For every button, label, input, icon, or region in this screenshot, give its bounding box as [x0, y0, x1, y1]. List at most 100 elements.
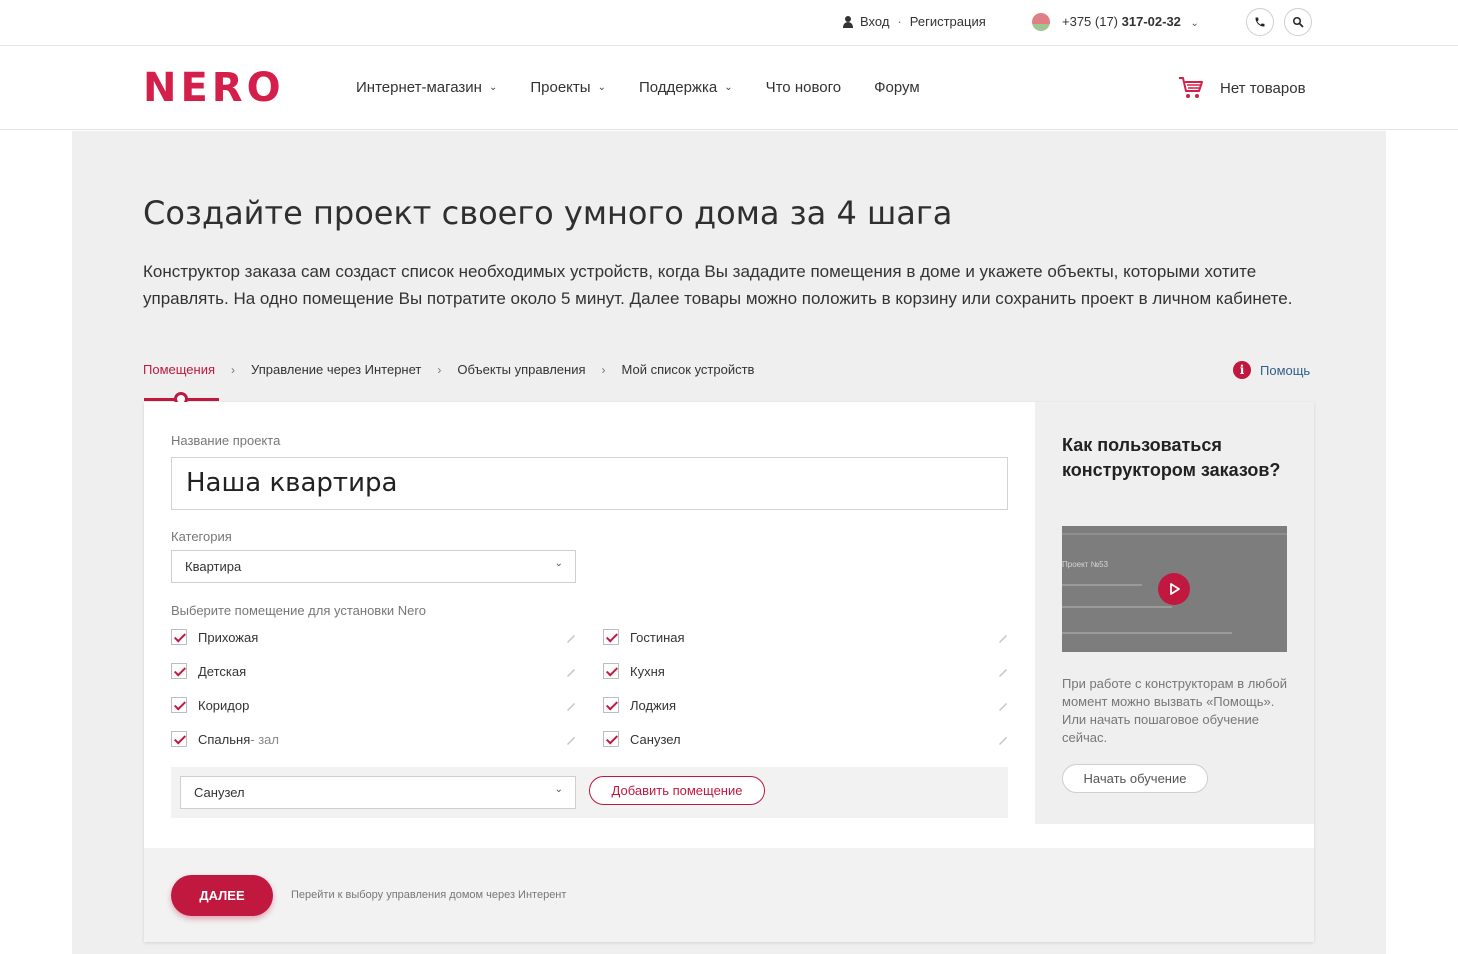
room-checkbox[interactable] — [603, 731, 619, 747]
add-room-button[interactable]: Добавить помещение — [589, 776, 765, 805]
room-name: Лоджия — [630, 697, 677, 713]
step-control-objects[interactable]: Объекты управления — [457, 362, 585, 377]
page-description: Конструктор заказа сам создаст список не… — [143, 262, 1293, 308]
pencil-icon[interactable] — [565, 666, 577, 678]
nav-item-label: Что нового — [765, 79, 842, 96]
room-checkbox[interactable] — [603, 629, 619, 645]
room-name: Санузел — [630, 731, 681, 747]
chevron-right-icon: › — [437, 362, 442, 377]
next-hint: Перейти к выбору управления домом через … — [291, 889, 567, 901]
room-checkbox[interactable] — [171, 629, 187, 645]
nav-item-shop[interactable]: Интернет-магазин ⌄ — [356, 79, 497, 96]
call-button[interactable] — [1246, 8, 1274, 36]
nav-item-label: Поддержка — [638, 79, 718, 96]
room-checkbox[interactable] — [171, 663, 187, 679]
user-icon — [842, 15, 854, 28]
chevron-right-icon: › — [231, 362, 236, 377]
rooms-label: Выберите помещение для установки Nero — [171, 603, 426, 618]
room-item[interactable]: Спальня - зал — [171, 731, 279, 747]
sidebar-title: Как пользоваться конструктором заказов? — [1062, 435, 1281, 480]
pencil-icon[interactable] — [997, 700, 1009, 712]
phone-selector[interactable]: +375 (17) 317-02-32 ⌄ — [1062, 14, 1199, 29]
room-subname: - зал — [250, 731, 279, 747]
room-item[interactable]: Гостиная — [603, 629, 685, 645]
chevron-down-icon: ⌄ — [554, 558, 563, 569]
chevron-down-icon: ⌄ — [597, 82, 606, 93]
cart-label: Нет товаров — [1220, 79, 1306, 97]
room-item[interactable]: Лоджия — [603, 697, 676, 713]
room-name: Детская — [198, 663, 247, 679]
cart-icon — [1179, 77, 1203, 98]
pencil-icon[interactable] — [565, 700, 577, 712]
pencil-icon[interactable] — [565, 734, 577, 746]
nero-logo[interactable]: NERO — [143, 65, 285, 111]
phone-icon — [1255, 17, 1265, 27]
room-item[interactable]: Детская — [171, 663, 246, 679]
belarus-flag-icon[interactable] — [1032, 13, 1050, 31]
nav-item-label: Интернет-магазин — [356, 79, 482, 96]
chevron-down-icon: ⌄ — [724, 82, 733, 93]
step-rooms[interactable]: Помещения — [143, 362, 215, 377]
room-name: Кухня — [630, 663, 665, 679]
phone-prefix: +375 (17) — [1062, 14, 1119, 29]
chevron-right-icon: › — [601, 362, 606, 377]
category-label: Категория — [171, 529, 232, 544]
nav-item-forum[interactable]: Форум — [874, 79, 920, 96]
room-checkbox[interactable] — [603, 663, 619, 679]
video-preview-text: Проект №53 — [1062, 560, 1109, 569]
nav-item-projects[interactable]: Проекты ⌄ — [530, 79, 606, 96]
room-checkbox[interactable] — [171, 697, 187, 713]
nav-item-label: Проекты — [530, 79, 591, 96]
room-item[interactable]: Санузел — [603, 731, 681, 747]
start-tutorial-button[interactable]: Начать обучение — [1062, 764, 1208, 793]
add-room-select[interactable]: Санузел ⌄ — [180, 776, 576, 809]
pencil-icon[interactable] — [997, 666, 1009, 678]
step-internet-control[interactable]: Управление через Интернет — [251, 362, 421, 377]
search-icon — [1293, 17, 1304, 28]
info-icon: i — [1233, 361, 1251, 379]
wizard-steps: Помещения › Управление через Интернет › … — [143, 362, 754, 377]
pencil-icon[interactable] — [997, 734, 1009, 746]
tutorial-video[interactable]: Проект №53 — [1062, 526, 1287, 652]
chevron-down-icon: ⌄ — [488, 82, 498, 93]
auth-links: Вход · Регистрация — [842, 14, 986, 29]
chevron-down-icon: ⌄ — [554, 784, 563, 795]
project-name-label: Название проекта — [171, 433, 281, 448]
room-name: Гостиная — [630, 629, 685, 645]
project-name-input[interactable]: Наша квартира — [171, 457, 1008, 510]
chevron-down-icon: ⌄ — [1190, 18, 1199, 29]
login-link[interactable]: Вход — [860, 14, 889, 29]
add-room-select-value: Санузел — [194, 785, 245, 800]
room-name: Спальня — [198, 731, 251, 747]
phone-number: 317-02-32 — [1121, 14, 1181, 29]
room-checkbox[interactable] — [603, 697, 619, 713]
room-item[interactable]: Прихожая — [171, 629, 258, 645]
nav-item-support[interactable]: Поддержка ⌄ — [639, 79, 733, 96]
pencil-icon[interactable] — [997, 632, 1009, 644]
step-device-list[interactable]: Мой список устройств — [622, 362, 755, 377]
sidebar-text: При работе с конструкторам в любой момен… — [1062, 676, 1288, 745]
help-link[interactable]: i Помощь — [1233, 361, 1310, 379]
play-button[interactable] — [1158, 573, 1190, 605]
top-bar: Вход · Регистрация +375 (17) 317-02-32 ⌄ — [0, 0, 1458, 46]
nav-item-label: Форум — [874, 79, 920, 96]
search-button[interactable] — [1284, 8, 1312, 36]
help-label: Помощь — [1260, 362, 1311, 378]
room-checkbox[interactable] — [171, 731, 187, 747]
next-button[interactable]: ДАЛЕЕ — [171, 875, 273, 916]
register-link[interactable]: Регистрация — [910, 14, 986, 29]
nav-item-whats-new[interactable]: Что нового — [766, 79, 841, 96]
page-title: Создайте проект своего умного дома за 4 … — [143, 194, 953, 232]
cart-link[interactable]: Нет товаров — [1178, 76, 1306, 100]
pencil-icon[interactable] — [565, 632, 577, 644]
room-name: Прихожая — [198, 629, 259, 645]
play-icon — [1170, 583, 1180, 595]
category-select[interactable]: Квартира ⌄ — [171, 550, 576, 583]
wizard-card: Название проекта Наша квартира Категория… — [144, 402, 1314, 942]
category-value: Квартира — [185, 559, 242, 574]
main-header: NERO Интернет-магазин ⌄ Проекты ⌄ Поддержк… — [0, 47, 1458, 130]
room-name: Коридор — [198, 697, 250, 713]
room-item[interactable]: Кухня — [603, 663, 665, 679]
room-item[interactable]: Коридор — [171, 697, 249, 713]
main-nav: Интернет-магазин ⌄ Проекты ⌄ Поддержка ⌄ Чт… — [356, 79, 953, 96]
